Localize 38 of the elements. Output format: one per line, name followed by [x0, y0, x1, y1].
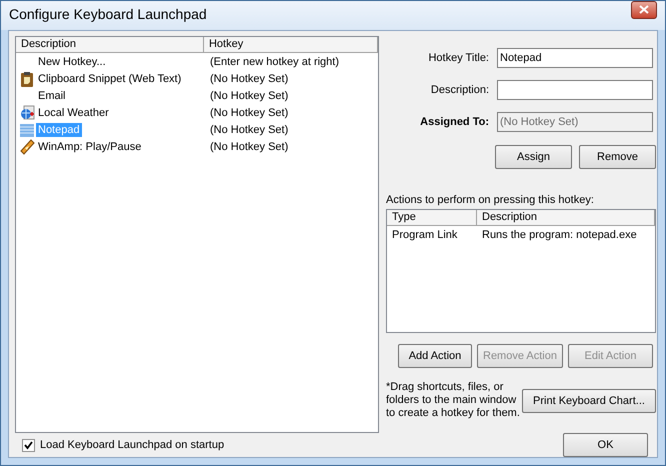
column-header[interactable]: Description [477, 210, 655, 226]
hint-text: *Drag shortcuts, files, or folders to the main window to create a hotkey for them. [386, 381, 521, 420]
table-cell-text: (No Hotkey Set) [209, 106, 288, 118]
table-cell-text: (No Hotkey Set) [209, 124, 288, 136]
check-icon [24, 440, 33, 450]
section-label: Actions to perform on pressing this hotkey: [386, 194, 595, 206]
close-icon [639, 5, 649, 14]
table-cell-text: Runs the program: notepad.exe [481, 228, 637, 240]
list-item[interactable]: WinAmp: Play/Pause [36, 140, 144, 154]
action-button[interactable]: Remove [579, 145, 656, 169]
action-button[interactable]: Add Action [398, 344, 472, 368]
field-label: Description: [430, 84, 489, 96]
table-cell-text: (No Hotkey Set) [209, 72, 288, 84]
list-item[interactable]: New Hotkey... [36, 54, 108, 68]
window-title: Configure Keyboard Launchpad [9, 6, 207, 22]
table-cell-text: (No Hotkey Set) [209, 90, 288, 102]
checkbox-label: Load Keyboard Launchpad on startup [40, 439, 224, 451]
globe-icon [19, 104, 35, 120]
table-cell-text: (Enter new hotkey at right) [209, 56, 340, 68]
table-cell-text: (No Hotkey Set) [209, 140, 288, 152]
clipboard-icon [19, 70, 35, 86]
table-cell-text: Program Link [391, 228, 458, 240]
list-item[interactable]: Local Weather [36, 106, 111, 120]
column-header[interactable]: Description [16, 37, 204, 53]
field-label: Hotkey Title: [428, 52, 489, 64]
list-item[interactable]: Clipboard Snippet (Web Text) [36, 72, 184, 86]
column-header[interactable]: Type [387, 210, 477, 226]
column-header[interactable]: Hotkey [204, 37, 378, 53]
checkbox[interactable] [22, 438, 35, 452]
input-field[interactable]: Notepad [497, 48, 653, 68]
print-button[interactable]: Print Keyboard Chart... [522, 388, 656, 412]
list-item[interactable]: Email [36, 88, 68, 102]
input-field[interactable] [497, 80, 653, 100]
ok-button[interactable]: OK [563, 433, 648, 457]
field-label: Assigned To: [420, 116, 489, 128]
close-button[interactable] [631, 1, 657, 18]
notepad-icon [19, 122, 35, 138]
action-button[interactable]: Assign [495, 145, 572, 169]
